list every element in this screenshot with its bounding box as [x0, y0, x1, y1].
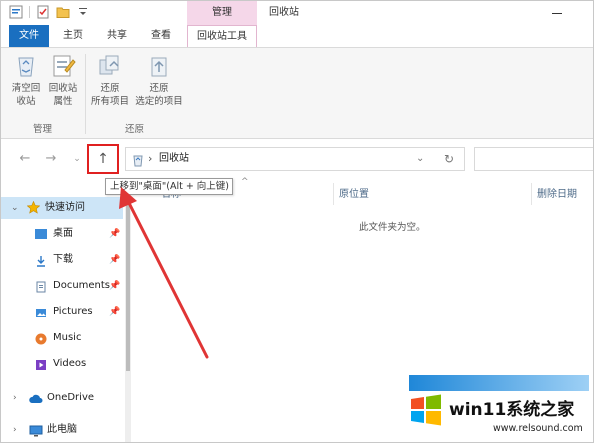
- document-icon: [35, 280, 47, 293]
- checkmark-document-icon[interactable]: [36, 5, 50, 19]
- ribbon-tabs: 文件 主页 共享 查看 回收站工具: [1, 25, 593, 48]
- properties-icon: [53, 55, 76, 77]
- address-dropdown-icon[interactable]: ⌄: [416, 148, 424, 170]
- column-divider[interactable]: [531, 183, 532, 205]
- watermark: win11系统之家 www.relsound.com: [403, 373, 593, 442]
- tab-recycle-bin-tools[interactable]: 回收站工具: [187, 25, 257, 48]
- address-bar[interactable]: › 回收站 ⌄ ↻: [125, 147, 465, 171]
- recycle-bin-properties-button[interactable]: 回收站 属性: [45, 52, 81, 108]
- group-label-manage: 管理: [33, 124, 53, 135]
- forward-arrow-icon[interactable]: →: [41, 149, 61, 169]
- pictures-icon: [35, 306, 47, 318]
- column-divider[interactable]: [333, 183, 334, 205]
- restore-selected-label-2: 选定的项目: [135, 96, 183, 107]
- empty-folder-message: 此文件夹为空。: [359, 222, 426, 233]
- navigation-pane: ⌄ 快速访问 桌面 📌 下载 📌 Documents 📌 Pictures 📌 …: [1, 181, 133, 442]
- nav-item-pictures[interactable]: Pictures 📌: [1, 301, 123, 323]
- breadcrumb-recycle-bin[interactable]: 回收站: [159, 148, 189, 170]
- bin-props-label-1: 回收站: [48, 83, 78, 94]
- desktop-icon: [35, 229, 47, 239]
- title-bar: 管理 回收站: [1, 1, 593, 25]
- properties-icon[interactable]: [9, 5, 23, 19]
- restore-all-button[interactable]: 还原 所有项目: [89, 52, 131, 108]
- recycle-bin-icon: [133, 155, 143, 167]
- group-label-restore: 还原: [125, 124, 145, 135]
- computer-icon: [29, 424, 43, 437]
- nav-pane-scroll-thumb[interactable]: [126, 191, 130, 371]
- expand-caret-icon[interactable]: ⌄: [11, 197, 19, 219]
- restore-all-label-1: 还原: [100, 83, 120, 94]
- expand-caret-icon[interactable]: ›: [13, 387, 17, 409]
- restore-all-label-2: 所有项目: [90, 96, 129, 107]
- context-tab-group-label: 管理: [187, 1, 257, 25]
- cloud-icon: [29, 392, 43, 404]
- restore-all-icon: [99, 55, 119, 75]
- pin-icon[interactable]: 📌: [109, 249, 120, 271]
- watermark-banner: [409, 375, 589, 391]
- empty-bin-label-1: 清空回: [11, 83, 41, 94]
- nav-label-desktop: 桌面: [53, 228, 73, 239]
- tab-share[interactable]: 共享: [99, 25, 135, 47]
- tab-file[interactable]: 文件: [9, 25, 49, 47]
- bin-props-label-2: 属性: [53, 96, 73, 107]
- customize-toolbar-icon[interactable]: [76, 5, 90, 19]
- ribbon-divider: [85, 54, 86, 134]
- nav-label-downloads: 下载: [53, 254, 73, 265]
- nav-label-documents: Documents: [53, 280, 111, 291]
- nav-label-pictures: Pictures: [53, 306, 93, 317]
- windows-logo-icon: [411, 394, 441, 426]
- watermark-title: win11系统之家: [449, 400, 575, 420]
- restore-selected-icon: [151, 57, 167, 77]
- download-arrow-icon: [35, 254, 47, 267]
- ribbon-panel: 清空回 收站 回收站 属性 管理 还原 所有项目 还原 选定的项目 还原: [1, 47, 593, 139]
- new-folder-icon[interactable]: [56, 5, 70, 19]
- star-icon: [26, 200, 41, 214]
- nav-label-onedrive: OneDrive: [47, 392, 95, 403]
- nav-item-onedrive[interactable]: › OneDrive: [1, 387, 123, 409]
- nav-label-music: Music: [53, 332, 82, 343]
- sort-ascending-icon: ^: [241, 177, 249, 187]
- up-button-tooltip: 上移到"桌面"(Alt + 向上键): [105, 178, 233, 195]
- minimize-icon[interactable]: [549, 5, 565, 21]
- back-arrow-icon[interactable]: ←: [15, 149, 35, 169]
- nav-label-quick-access: 快速访问: [45, 202, 85, 213]
- column-header-date-deleted[interactable]: 删除日期: [537, 185, 577, 200]
- pin-icon[interactable]: 📌: [109, 223, 120, 245]
- quick-access-toolbar: [9, 5, 90, 19]
- file-explorer-window: 管理 回收站 文件 主页 共享 查看 回收站工具 清空回 收站 回收站 属性 管…: [0, 0, 594, 443]
- nav-item-documents[interactable]: Documents 📌: [1, 275, 123, 297]
- navigation-bar: ← → ⌄ ↑ › 回收站 ⌄ ↻: [1, 140, 593, 180]
- recent-locations-chevron-icon[interactable]: ⌄: [67, 149, 87, 169]
- recycle-bin-icon: [18, 57, 34, 77]
- up-one-level-button[interactable]: ↑: [87, 144, 119, 174]
- nav-label-videos: Videos: [53, 358, 87, 369]
- tab-home[interactable]: 主页: [55, 25, 91, 47]
- music-icon: [35, 332, 47, 345]
- watermark-url: www.relsound.com: [493, 423, 583, 434]
- videos-icon: [35, 358, 47, 370]
- nav-label-this-pc: 此电脑: [47, 424, 77, 435]
- empty-recycle-bin-button[interactable]: 清空回 收站: [9, 52, 43, 108]
- nav-item-quick-access[interactable]: ⌄ 快速访问: [1, 197, 123, 219]
- nav-item-music[interactable]: Music: [1, 327, 123, 349]
- tab-view[interactable]: 查看: [143, 25, 179, 47]
- breadcrumb-chevron-icon[interactable]: ›: [148, 148, 152, 170]
- restore-selected-label-1: 还原: [149, 83, 169, 94]
- window-title: 回收站: [269, 7, 299, 18]
- nav-item-downloads[interactable]: 下载 📌: [1, 249, 123, 271]
- nav-item-this-pc[interactable]: › 此电脑: [1, 419, 123, 441]
- expand-caret-icon[interactable]: ›: [13, 419, 17, 441]
- empty-bin-label-2: 收站: [16, 96, 36, 107]
- up-arrow-icon: ↑: [97, 151, 109, 167]
- column-header-original-location[interactable]: 原位置: [339, 185, 369, 200]
- search-input[interactable]: [474, 147, 593, 171]
- pin-icon[interactable]: 📌: [109, 301, 120, 323]
- toolbar-divider: [29, 6, 30, 18]
- nav-item-desktop[interactable]: 桌面 📌: [1, 223, 123, 245]
- restore-selected-button[interactable]: 还原 选定的项目: [133, 52, 185, 108]
- nav-item-videos[interactable]: Videos: [1, 353, 123, 375]
- refresh-icon[interactable]: ↻: [444, 148, 454, 170]
- pin-icon[interactable]: 📌: [109, 275, 120, 297]
